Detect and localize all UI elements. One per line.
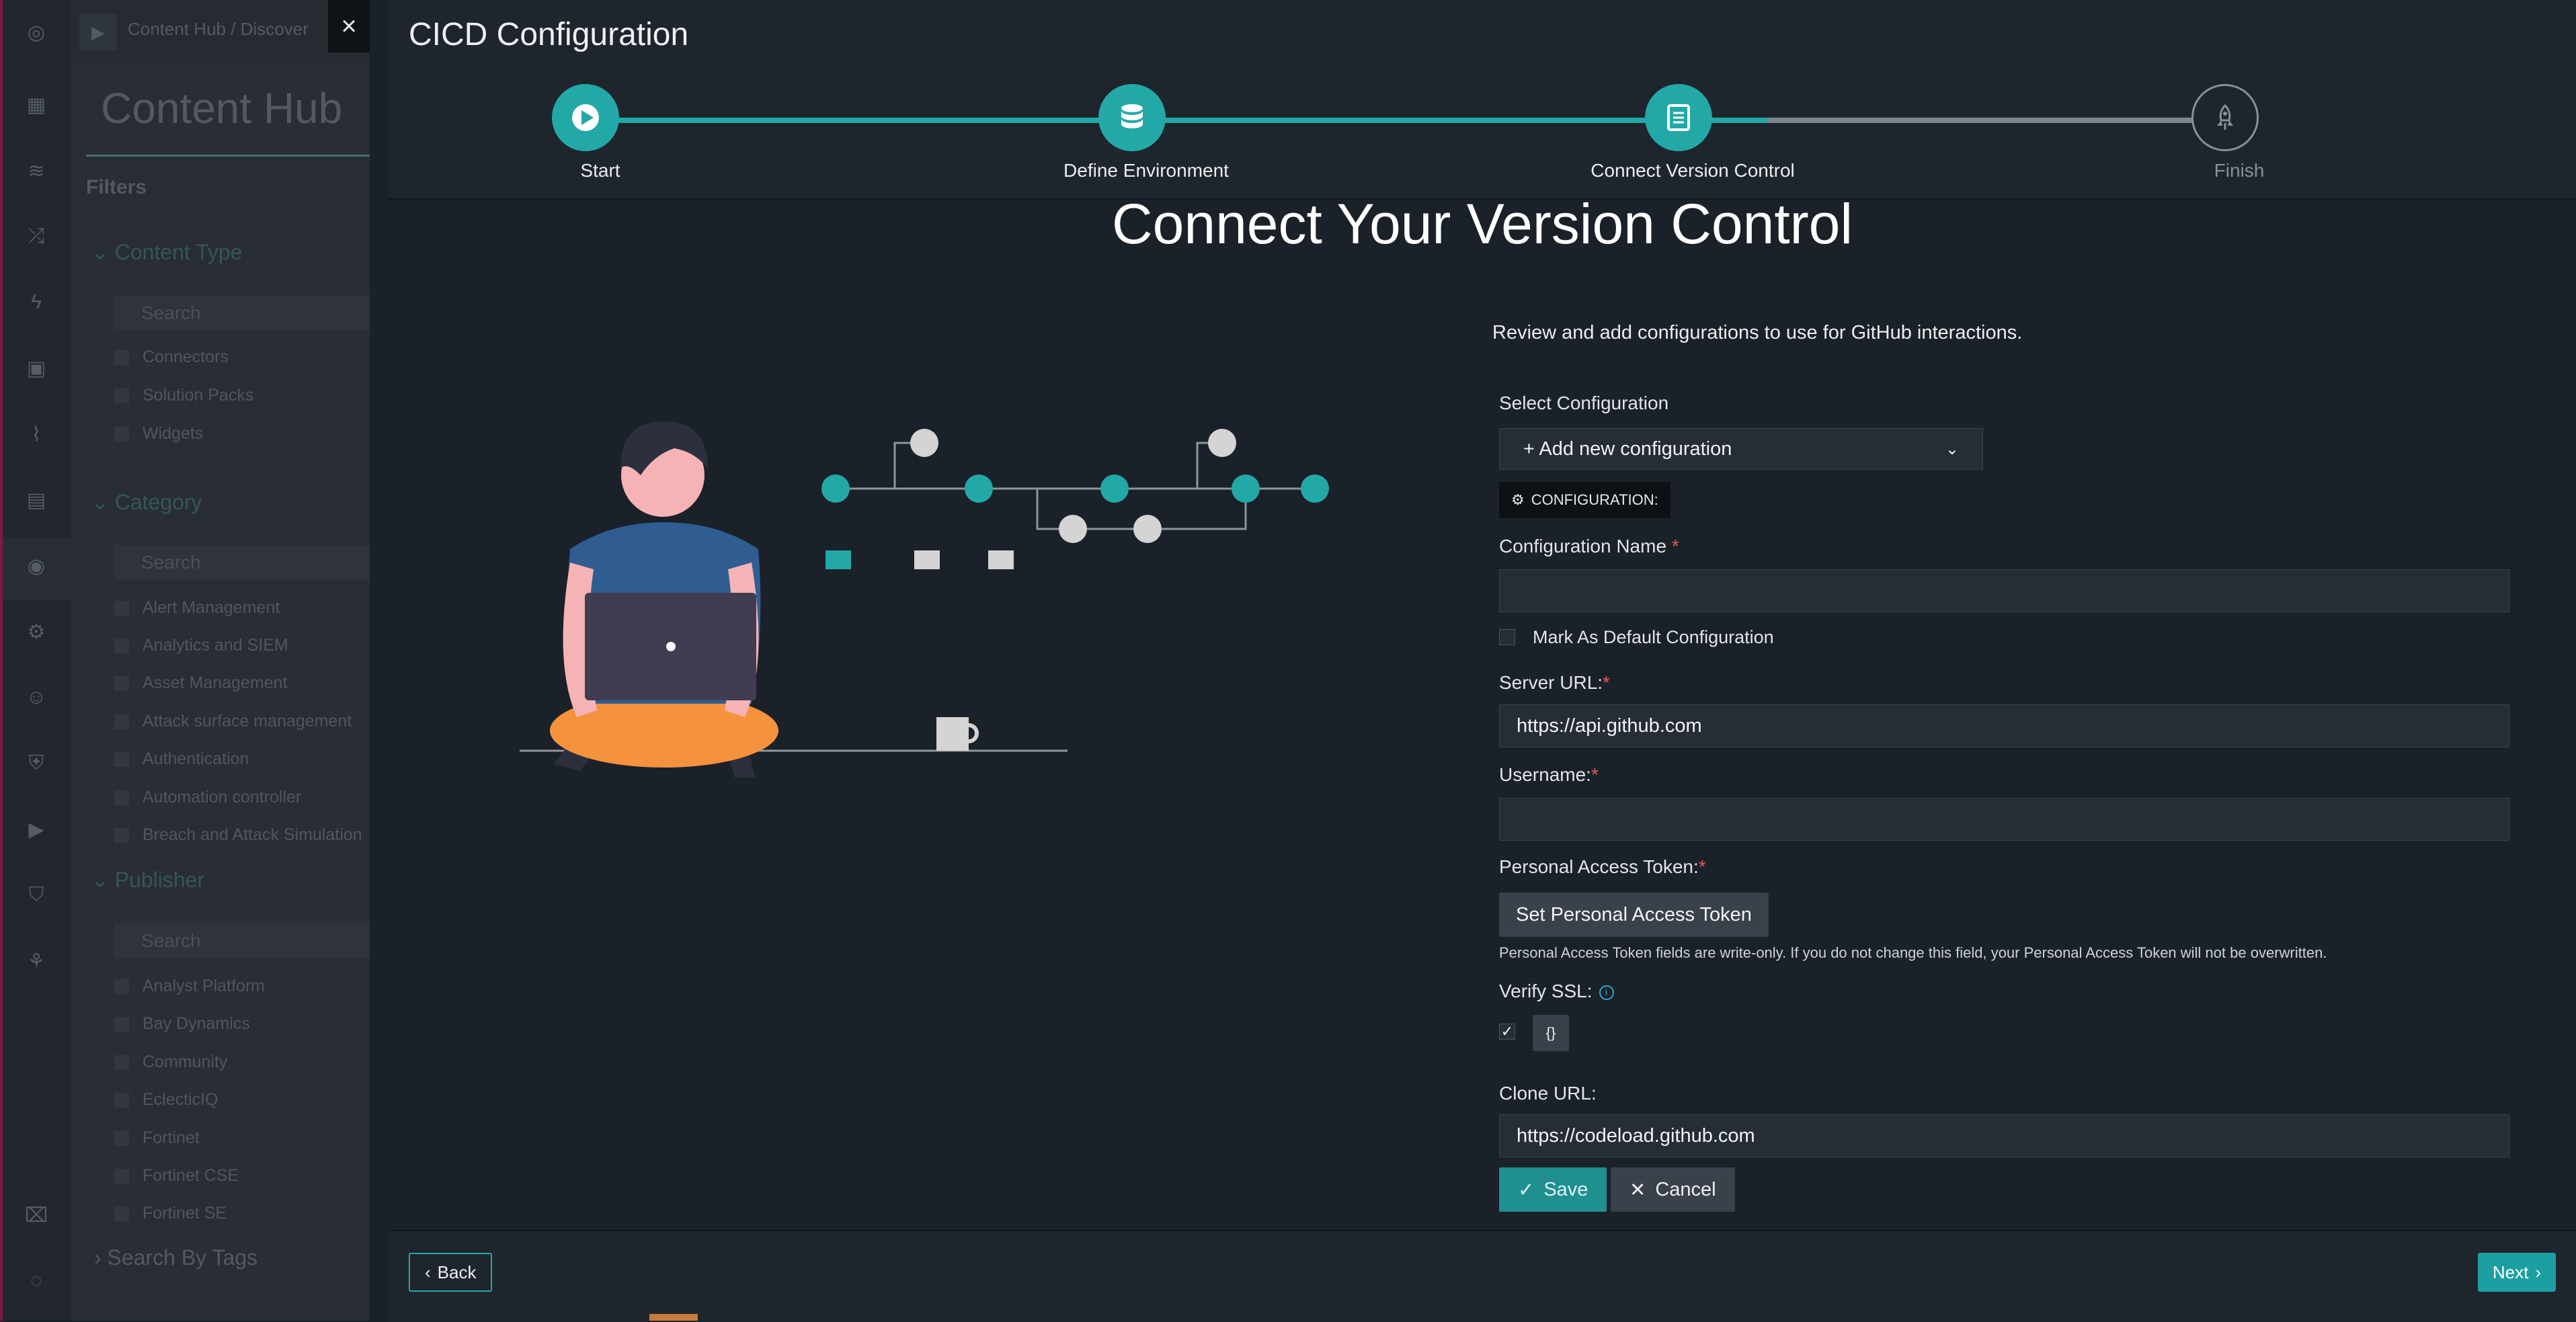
- gear-icon: ⚙: [1511, 491, 1525, 508]
- database-icon: [1121, 104, 1143, 128]
- checkmark-icon: ✓: [1500, 1023, 1514, 1040]
- document-icon: [1667, 104, 1690, 131]
- step-label-define-environment: Define Environment: [1063, 160, 1229, 181]
- verify-ssl-label: Verify SSL: i: [1499, 981, 1614, 1002]
- rocket-icon: [2217, 104, 2233, 130]
- json-editor-button[interactable]: {}: [1533, 1015, 1569, 1051]
- next-button[interactable]: Next ›: [2477, 1253, 2556, 1292]
- version-control-illustration: [520, 421, 1329, 778]
- modal-footer: ‹ Back Next ›: [389, 1230, 2576, 1322]
- cancel-button[interactable]: ✕ Cancel: [1611, 1167, 1735, 1212]
- verify-ssl-checkbox[interactable]: ✓: [1499, 1023, 1515, 1040]
- progress-track-pending: [1767, 118, 2238, 123]
- set-personal-access-token-button[interactable]: Set Personal Access Token: [1499, 893, 1769, 937]
- default-configuration-checkbox[interactable]: [1499, 629, 1515, 645]
- step-label-connect-version-control: Connect Version Control: [1591, 160, 1795, 181]
- check-icon: ✓: [1518, 1179, 1535, 1201]
- wizard-progress: Start Define Environment Connect Version…: [389, 74, 2576, 200]
- step-label-start: Start: [580, 160, 620, 181]
- cicd-configuration-modal: CICD Configuration Start Define Environm…: [389, 0, 2576, 1322]
- step-finish[interactable]: [2191, 84, 2259, 151]
- select-configuration-value: + Add new configuration: [1523, 438, 1732, 460]
- progress-track-complete: [586, 118, 1767, 123]
- page-heading: Connect Your Version Control: [1111, 192, 1853, 255]
- select-configuration-label: Select Configuration: [1499, 393, 1669, 413]
- configuration-badge-label: CONFIGURATION:: [1531, 491, 1658, 508]
- scroll-indicator: [649, 1314, 698, 1321]
- play-icon: [572, 104, 599, 131]
- server-url-label: Server URL:*: [1499, 672, 1610, 693]
- modal-backdrop: [0, 0, 370, 1321]
- clone-url-label: Clone URL:: [1499, 1083, 1597, 1104]
- select-configuration-dropdown[interactable]: + Add new configuration ⌄: [1499, 428, 1983, 470]
- configuration-badge: ⚙ CONFIGURATION:: [1499, 482, 1671, 518]
- configuration-name-input[interactable]: [1499, 569, 2509, 612]
- default-configuration-label: Mark As Default Configuration: [1533, 627, 1774, 647]
- chevron-left-icon: ‹: [425, 1262, 431, 1282]
- close-modal-button[interactable]: ×: [328, 0, 370, 52]
- save-label: Save: [1543, 1178, 1588, 1200]
- back-label: Back: [437, 1262, 477, 1282]
- personal-access-token-help: Personal Access Token fields are write-o…: [1499, 944, 2327, 961]
- username-input[interactable]: [1499, 798, 2509, 841]
- step-define-environment[interactable]: [1098, 84, 1166, 151]
- step-label-finish: Finish: [2214, 160, 2265, 181]
- modal-content: Connect Your Version Control Review and …: [389, 192, 2576, 1229]
- next-label: Next: [2492, 1262, 2529, 1282]
- chevron-down-icon: ⌄: [1945, 440, 1959, 458]
- close-icon: ✕: [1629, 1179, 1646, 1201]
- personal-access-token-label: Personal Access Token:*: [1499, 856, 1706, 877]
- form-intro: Review and add configurations to use for…: [1492, 322, 2023, 343]
- username-label: Username:*: [1499, 764, 1599, 785]
- save-button[interactable]: ✓ Save: [1499, 1167, 1607, 1212]
- modal-header: CICD Configuration: [389, 0, 2576, 75]
- back-button[interactable]: ‹ Back: [409, 1253, 493, 1292]
- step-connect-version-control[interactable]: [1645, 84, 1712, 151]
- cancel-label: Cancel: [1655, 1178, 1716, 1200]
- clone-url-input[interactable]: https://codeload.github.com: [1499, 1114, 2509, 1157]
- modal-title: CICD Configuration: [409, 17, 689, 52]
- chevron-right-icon: ›: [2535, 1262, 2541, 1282]
- info-icon[interactable]: i: [1599, 985, 1614, 1000]
- step-start[interactable]: [552, 84, 619, 151]
- configuration-name-label: Configuration Name *: [1499, 536, 1679, 556]
- server-url-input[interactable]: https://api.github.com: [1499, 704, 2509, 747]
